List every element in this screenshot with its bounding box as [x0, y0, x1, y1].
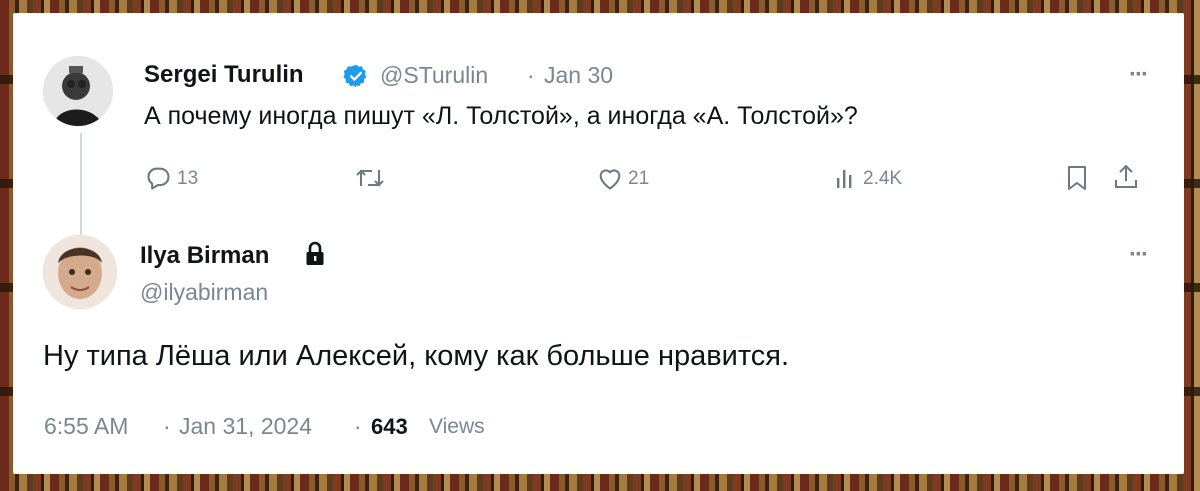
avatar-sergei-image [43, 56, 113, 126]
views-count: 643 [371, 414, 408, 439]
author-name[interactable]: Sergei Turulin [144, 61, 304, 89]
views-label: Views [429, 415, 485, 438]
share-icon[interactable] [1112, 163, 1140, 191]
verified-badge-icon [343, 63, 369, 89]
avatar-ilya[interactable] [43, 235, 117, 309]
thread-connector-line [80, 133, 82, 235]
meta-separator: · [354, 413, 362, 439]
tweet-card: Sergei Turulin @STurulin · Jan 30 ··· А … [13, 13, 1184, 474]
like-icon[interactable] [596, 165, 624, 191]
reply-count: 13 [177, 168, 199, 189]
views-count: 2.4K [863, 168, 903, 189]
tweet-date[interactable]: Jan 30 [544, 62, 613, 89]
retweet-icon[interactable] [355, 165, 385, 191]
reply-icon[interactable] [144, 164, 172, 192]
avatar-ilya-image [43, 235, 117, 309]
meta-separator: · [527, 62, 535, 88]
meta-separator: · [163, 413, 171, 439]
tweet-time[interactable]: 6:55 AM [44, 413, 128, 440]
like-count: 21 [628, 168, 650, 189]
more-options-button[interactable]: ··· [1129, 241, 1149, 269]
author-handle[interactable]: @ilyabirman [140, 279, 268, 306]
avatar-sergei[interactable] [43, 56, 113, 126]
lock-icon [304, 241, 326, 267]
author-name[interactable]: Ilya Birman [140, 242, 269, 270]
tweet-text: А почему иногда пишут «Л. Толстой», а ин… [144, 102, 858, 130]
more-options-button[interactable]: ··· [1129, 61, 1149, 89]
tweet-date[interactable]: Jan 31, 2024 [179, 413, 312, 440]
tweet-text: Ну типа Лёша или Алексей, кому как больш… [43, 340, 790, 372]
analytics-icon[interactable] [835, 166, 857, 190]
author-handle[interactable]: @STurulin [380, 62, 488, 89]
bookmark-icon[interactable] [1066, 164, 1088, 192]
